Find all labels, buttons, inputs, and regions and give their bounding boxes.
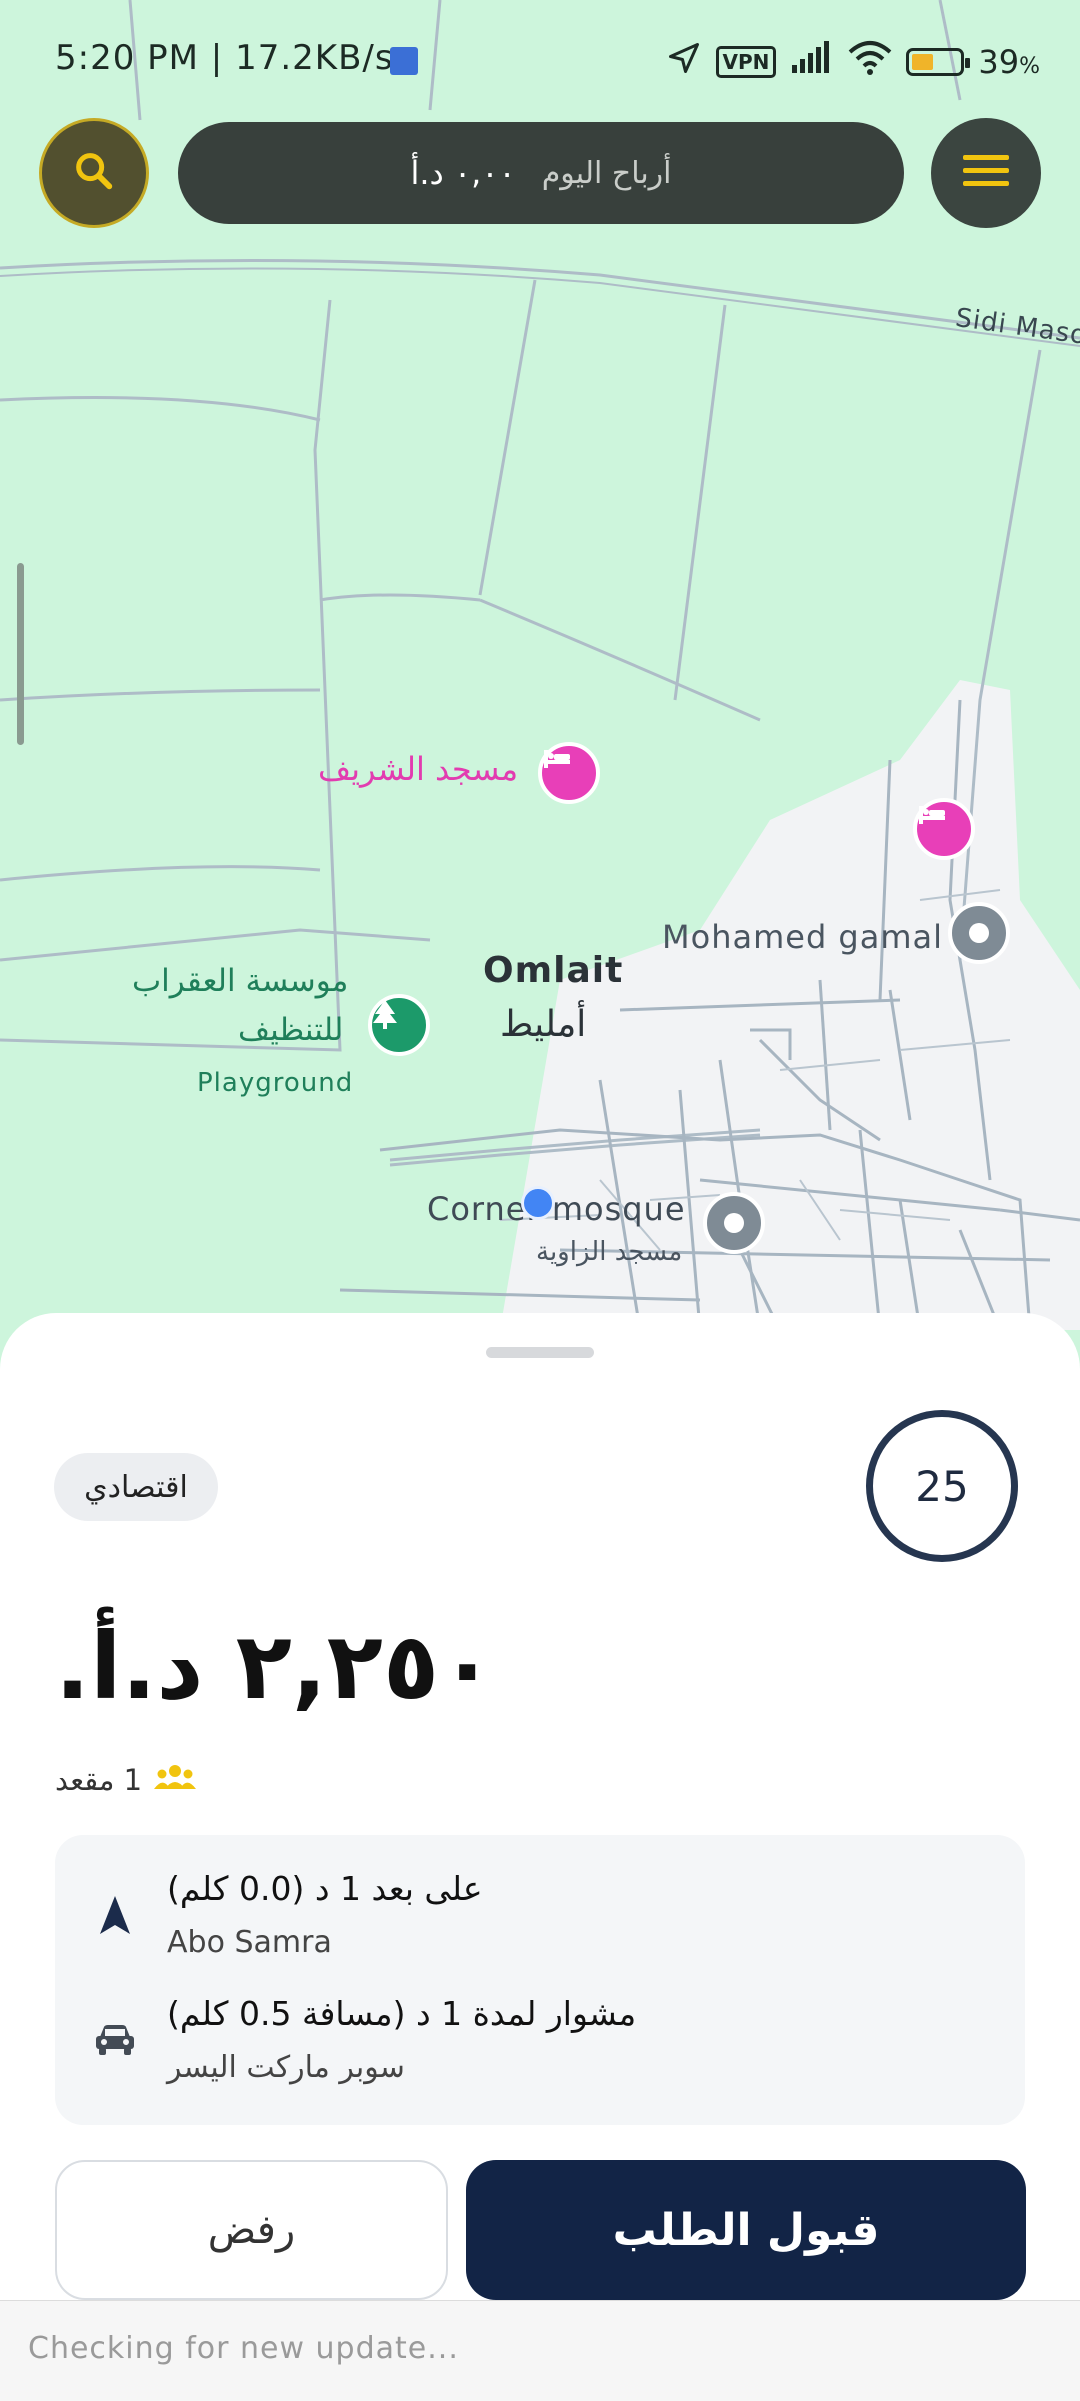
route-card: على بعد 1 د (0.0 كلم) Abo Samra مشوار لم… [55,1835,1025,2125]
pickup-row: على بعد 1 د (0.0 كلم) Abo Samra [55,1855,1025,1975]
status-bar: 5:20 PM | 17.2KB/s VPN 39% [0,0,1080,120]
ride-category-badge: اقتصادي [54,1453,218,1521]
poi-label-aqrab-line1[interactable]: موسسة العقراب [132,963,348,999]
top-bar: ٠,٠٠ د.أ أرباح اليوم [0,118,1080,228]
battery-percent: 39 [978,43,1020,81]
today-earnings-pill[interactable]: ٠,٠٠ د.أ أرباح اليوم [178,122,904,224]
battery-icon [906,48,971,76]
passengers-icon [154,1763,197,1797]
seats-info: 1 مقعد [55,1763,197,1797]
poi-label-playground[interactable]: Playground [197,1068,353,1098]
menu-icon [963,151,1009,195]
car-icon [85,2010,145,2070]
poi-label-mohamed-gamal[interactable]: Mohamed gamal [662,918,943,956]
place-poi-icon[interactable] [703,1192,765,1254]
park-poi-icon[interactable] [368,994,430,1056]
menu-button[interactable] [931,118,1041,228]
countdown-timer: 25 [866,1410,1018,1562]
signal-icon [790,41,834,83]
search-button[interactable] [39,118,149,228]
seats-text: 1 مقعد [55,1763,143,1797]
ride-price: ٢,٢٥٠ د.أ. [55,1613,496,1720]
ride-request-sheet: 25 اقتصادي ٢,٢٥٠ د.أ. 1 مقعد على بعد 1 د… [0,1313,1080,2400]
accept-button[interactable]: قبول الطلب [466,2160,1026,2300]
update-status-text: Checking for new update... [28,2331,459,2366]
hotel-poi-icon[interactable] [538,742,600,804]
vpn-icon: VPN [715,46,777,78]
app-notification-icon [390,47,418,75]
pickup-place: Abo Samra [167,1925,332,1960]
navigation-arrow-icon [85,1885,145,1945]
current-location-dot [521,1186,555,1220]
dropoff-place: سوبر ماركت اليسر [167,2050,405,2085]
dropoff-distance: مشوار لمدة 1 د (مسافة 0.5 كلم) [167,1994,637,2033]
earnings-label: أرباح اليوم [541,155,672,191]
map-scroll-handle[interactable] [17,563,24,745]
place-poi-icon[interactable] [948,902,1010,964]
town-label-en: Omlait [483,950,624,991]
search-icon [71,148,117,198]
poi-label-corner-mosque[interactable]: Corner mosque [427,1190,686,1228]
pickup-distance: على بعد 1 د (0.0 كلم) [167,1869,483,1908]
sheet-grab-handle[interactable] [486,1347,594,1358]
poi-label-aqrab-line2[interactable]: للتنظيف [238,1012,343,1048]
location-arrow-icon [666,40,702,84]
wifi-icon [848,40,892,84]
poi-label-mosque-sharif[interactable]: مسجد الشريف [318,750,518,788]
hotel-poi-icon[interactable] [913,798,975,860]
status-time: 5:20 PM | 17.2KB/s [55,38,394,78]
dropoff-row: مشوار لمدة 1 د (مسافة 0.5 كلم) سوبر مارك… [55,1980,1025,2100]
earnings-value: ٠,٠٠ د.أ [410,154,516,192]
update-status-bar: Checking for new update... [0,2300,1080,2401]
poi-label-zawiya[interactable]: مسجد الزاوية [536,1237,682,1267]
reject-button[interactable]: رفض [55,2160,448,2300]
town-label-ar: أمليط [500,1004,587,1045]
